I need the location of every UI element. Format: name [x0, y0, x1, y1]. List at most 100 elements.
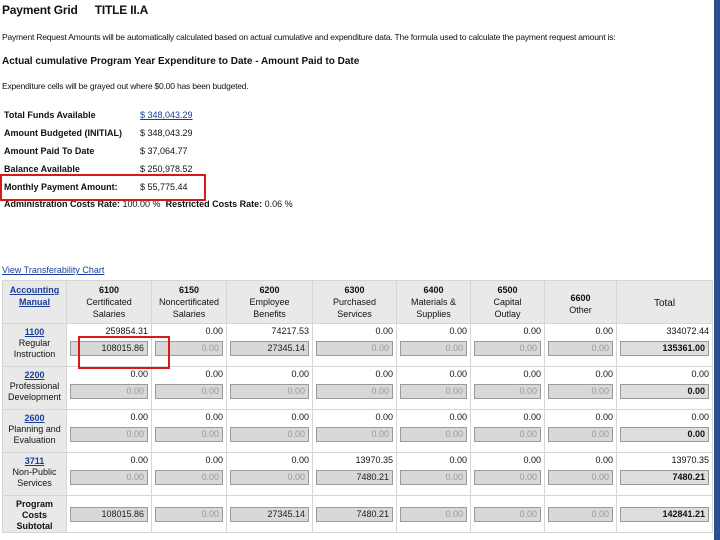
row-name-line1: Planning and [8, 424, 61, 434]
col-header-6400: 6400 Materials & Supplies [396, 280, 471, 324]
grid-row-3711: 3711 Non-Public Services 0.00 0.00 0.00 0.00 0.… [2, 452, 713, 496]
payment-amount-input[interactable]: 0.00 [155, 384, 223, 399]
cumulative-expenditure: 0.00 [449, 412, 467, 422]
cumulative-expenditure: 74217.53 [271, 326, 309, 336]
col-header-6600: 6600 Other [544, 280, 617, 324]
payment-amount-input[interactable]: 0.00 [548, 384, 613, 399]
payment-amount-input[interactable]: 0.00 [230, 470, 309, 485]
entered-amount-highlight [78, 336, 170, 369]
page-title-program: TITLE II.A [94, 3, 149, 17]
row-name-line2: Evaluation [13, 435, 56, 445]
cumulative-expenditure: 0.00 [523, 455, 541, 465]
row-total-field: 0.00 [620, 427, 709, 442]
cumulative-expenditure: 0.00 [130, 369, 148, 379]
grid-cell: 0.00 0.00 [312, 366, 397, 410]
total-funds-label: Total Funds Available [4, 110, 96, 120]
payment-amount-input[interactable]: 0.00 [70, 427, 148, 442]
payment-amount-input[interactable]: 0.00 [70, 384, 148, 399]
row-total-field: 0.00 [620, 384, 709, 399]
subtotal-cell: 7480.21 [312, 495, 397, 533]
grid-cell: 13970.35 7480.21 [312, 452, 397, 496]
calculation-description: Payment Request Amounts will be automati… [2, 32, 616, 42]
grid-cell: 0.00 0.00 [226, 366, 313, 410]
row-code-link-2600[interactable]: 2600 [3, 413, 66, 424]
payment-amount-input[interactable]: 0.00 [474, 341, 541, 356]
grid-cell: 13970.35 7480.21 [616, 452, 713, 496]
row-code-link-1100[interactable]: 1100 [3, 327, 66, 338]
grid-cell: 334072.44 135361.00 [616, 323, 713, 367]
page-title: Payment Grid TITLE II.A [2, 3, 162, 17]
payment-amount-input[interactable]: 0.00 [474, 384, 541, 399]
grid-header-row: Accounting Manual 6100 Certificated Salarie… [2, 280, 713, 324]
grayed-cells-note: Expenditure cells will be grayed out whe… [2, 81, 249, 91]
row-name-line2: Services [17, 478, 52, 488]
subtotal-field: 142841.21 [620, 506, 709, 522]
grid-cell: 0.00 0.00 [470, 323, 545, 367]
payment-formula: Actual cumulative Program Year Expenditu… [2, 56, 360, 67]
subtotal-cell: 27345.14 [226, 495, 313, 533]
subtotal-field: 108015.86 [70, 506, 148, 522]
subtotal-cell: 0.00 [544, 495, 617, 533]
cumulative-expenditure: 0.00 [595, 412, 613, 422]
payment-amount-input[interactable]: 0.00 [474, 470, 541, 485]
subtotal-field: 0.00 [400, 506, 467, 522]
page-title-main: Payment Grid [2, 3, 78, 17]
total-funds-value[interactable]: $ 348,043.29 [140, 110, 193, 120]
cumulative-expenditure: 0.00 [449, 326, 467, 336]
payment-amount-input[interactable]: 0.00 [70, 470, 148, 485]
payment-amount-input[interactable]: 0.00 [316, 384, 393, 399]
payment-amount-input[interactable]: 7480.21 [316, 470, 393, 485]
payment-amount-input[interactable]: 0.00 [230, 384, 309, 399]
accounting-manual-link[interactable]: Accounting Manual [3, 284, 66, 308]
payment-amount-input[interactable]: 0.00 [548, 341, 613, 356]
subtotal-field: 7480.21 [316, 506, 393, 522]
row-code-link-3711[interactable]: 3711 [3, 456, 66, 467]
subtotal-field: 0.00 [474, 506, 541, 522]
payment-amount-input[interactable]: 0.00 [316, 427, 393, 442]
amount-paid-value: $ 37,064.77 [140, 146, 188, 156]
cumulative-expenditure: 0.00 [595, 326, 613, 336]
cumulative-expenditure: 0.00 [595, 455, 613, 465]
grid-row-2200: 2200 Professional Development 0.00 0.00 0.00 0… [2, 366, 713, 410]
grid-cell: 0.00 0.00 [544, 366, 617, 410]
row-name-line2: Instruction [13, 349, 56, 359]
grid-cell: 0.00 0.00 [544, 409, 617, 453]
subtotal-cell: 142841.21 [616, 495, 713, 533]
col-header-6300: 6300 Purchased Services [312, 280, 397, 324]
cumulative-expenditure: 0.00 [375, 369, 393, 379]
payment-amount-input[interactable]: 0.00 [230, 427, 309, 442]
col-header-6200: 6200 Employee Benefits [226, 280, 313, 324]
accounting-manual-header[interactable]: Accounting Manual [2, 280, 67, 324]
grid-cell: 0.00 0.00 [151, 409, 227, 453]
grid-cell: 0.00 0.00 [616, 366, 713, 410]
cumulative-expenditure: 0.00 [375, 326, 393, 336]
transferability-chart-link[interactable]: View Transferability Chart [2, 265, 104, 275]
grid-cell: 0.00 0.00 [470, 452, 545, 496]
cumulative-expenditure: 0.00 [375, 412, 393, 422]
payment-amount-input[interactable]: 0.00 [548, 427, 613, 442]
grid-cell: 0.00 0.00 [396, 323, 471, 367]
row-label-2600: 2600 Planning and Evaluation [2, 409, 67, 453]
cumulative-expenditure: 13970.35 [355, 455, 393, 465]
total-funds-link[interactable]: $ 348,043.29 [140, 110, 193, 120]
row-code-link-2200[interactable]: 2200 [3, 370, 66, 381]
row-name-line1: Regular [18, 338, 51, 348]
payment-amount-input[interactable]: 0.00 [400, 341, 467, 356]
cumulative-expenditure: 0.00 [291, 412, 309, 422]
payment-amount-input[interactable]: 0.00 [400, 470, 467, 485]
payment-amount-input[interactable]: 0.00 [316, 341, 393, 356]
payment-amount-input[interactable]: 0.00 [155, 470, 223, 485]
row-name-line1: Professional [9, 381, 60, 391]
payment-grid-table: Accounting Manual 6100 Certificated Salarie… [2, 280, 713, 533]
payment-amount-input[interactable]: 0.00 [400, 427, 467, 442]
payment-amount-input[interactable]: 0.00 [155, 427, 223, 442]
cumulative-expenditure: 0.00 [449, 455, 467, 465]
row-label-2200: 2200 Professional Development [2, 366, 67, 410]
payment-amount-input[interactable]: 0.00 [548, 470, 613, 485]
payment-amount-input[interactable]: 27345.14 [230, 341, 309, 356]
grid-cell: 0.00 0.00 [616, 409, 713, 453]
payment-amount-input[interactable]: 0.00 [400, 384, 467, 399]
row-name-line1: Non-Public [12, 467, 57, 477]
grid-cell: 0.00 0.00 [312, 323, 397, 367]
payment-amount-input[interactable]: 0.00 [474, 427, 541, 442]
